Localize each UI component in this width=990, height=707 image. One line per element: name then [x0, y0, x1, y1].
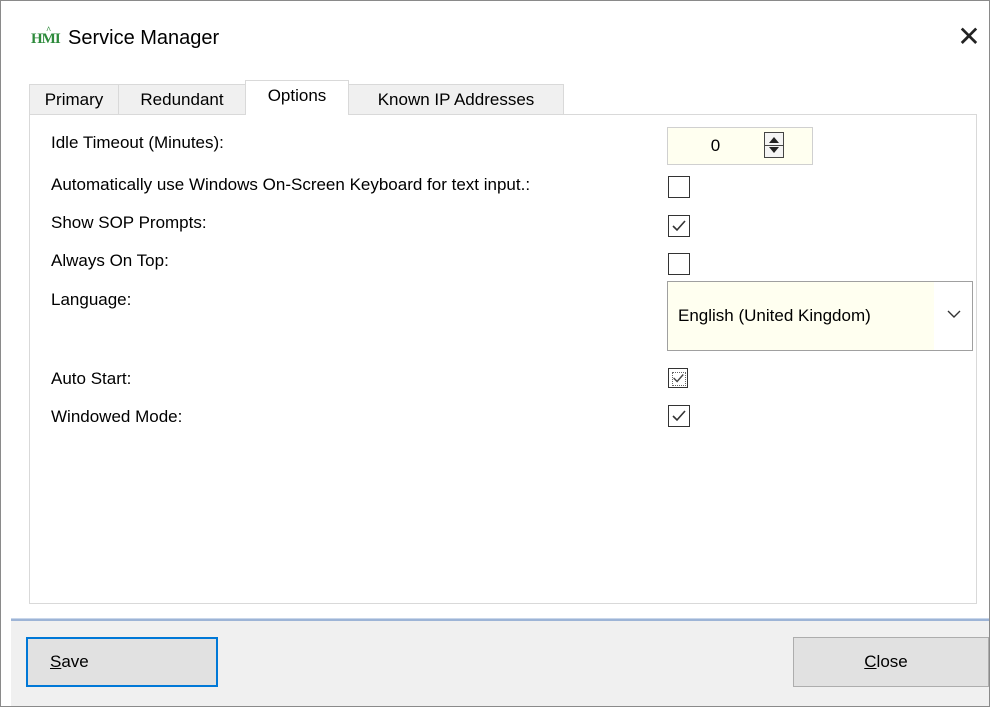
window-title: Service Manager — [68, 27, 220, 49]
language-selected-value: English (United Kingdom) — [678, 306, 871, 325]
language-label: Language: — [51, 290, 132, 309]
sop-prompts-label: Show SOP Prompts: — [51, 213, 207, 232]
osk-label: Automatically use Windows On-Screen Keyb… — [51, 175, 531, 194]
tab-options[interactable]: Options — [245, 80, 349, 115]
always-on-top-label: Always On Top: — [51, 251, 169, 270]
sop-prompts-checkbox[interactable] — [668, 215, 690, 237]
spinner-up-down-buttons[interactable] — [764, 132, 784, 158]
close-access-key: C — [864, 652, 877, 671]
idle-timeout-label: Idle Timeout (Minutes): — [51, 133, 224, 152]
chevron-down-icon[interactable] — [946, 308, 962, 320]
auto-start-label: Auto Start: — [51, 369, 132, 388]
save-access-key: S — [50, 652, 62, 671]
tab-strip: Primary Redundant Options Known IP Addre… — [29, 80, 969, 115]
checkmark-icon — [673, 374, 684, 383]
dialog-footer: Save Close — [11, 621, 989, 706]
checkmark-icon — [672, 220, 686, 232]
language-field: English (United Kingdom) — [668, 282, 934, 350]
close-label: lose — [876, 652, 908, 671]
app-hmi-icon: ^ HMI — [31, 25, 61, 47]
tab-primary[interactable]: Primary — [29, 84, 119, 114]
osk-checkbox[interactable] — [668, 176, 690, 198]
checkmark-icon — [672, 410, 686, 422]
windowed-mode-checkbox[interactable] — [668, 405, 690, 427]
tab-redundant[interactable]: Redundant — [118, 84, 246, 114]
close-window-icon[interactable]: ✕ — [949, 17, 989, 57]
close-button[interactable]: Close — [793, 637, 989, 687]
spinner-up-icon[interactable] — [769, 137, 779, 143]
title-bar: ^ HMI Service Manager ✕ — [1, 1, 989, 77]
spinner-divider — [765, 145, 783, 146]
save-button[interactable]: Save — [26, 637, 218, 687]
language-dropdown[interactable]: English (United Kingdom) — [667, 281, 973, 351]
service-manager-window: ^ HMI Service Manager ✕ Primary Redundant… — [0, 0, 990, 707]
always-on-top-checkbox[interactable] — [668, 253, 690, 275]
options-panel: Idle Timeout (Minutes): 0 Automatically … — [29, 114, 977, 604]
tab-known-ip-addresses[interactable]: Known IP Addresses — [348, 84, 564, 114]
idle-timeout-spinner[interactable]: 0 — [667, 127, 813, 165]
windowed-mode-label: Windowed Mode: — [51, 407, 183, 426]
auto-start-checkbox[interactable] — [668, 368, 688, 388]
spinner-down-icon[interactable] — [769, 147, 779, 153]
idle-timeout-value[interactable]: 0 — [668, 128, 763, 164]
save-label: ave — [61, 652, 89, 671]
